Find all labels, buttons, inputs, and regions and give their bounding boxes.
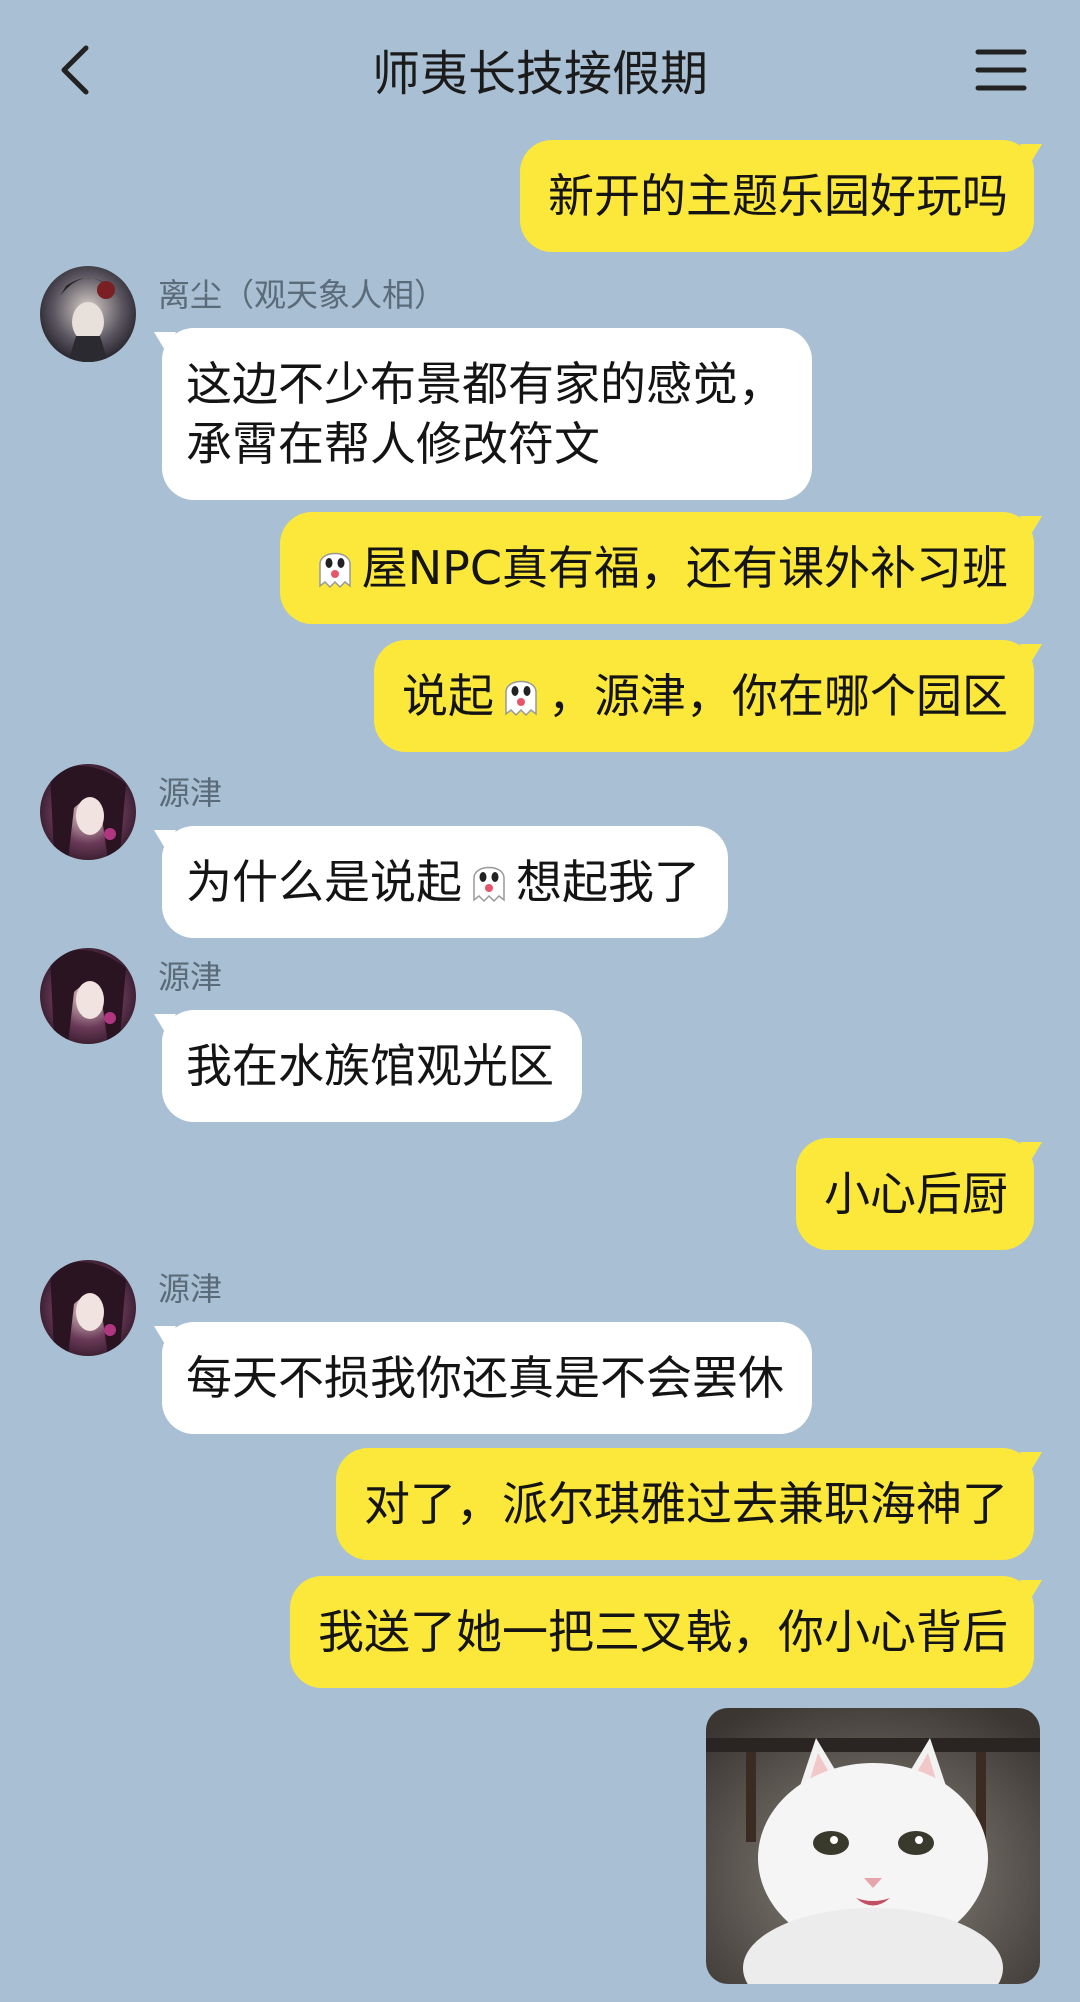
- message-bubble-outgoing[interactable]: 我送了她一把三叉戟，你小心背后: [290, 1576, 1034, 1688]
- message-text: 屋NPC真有福，还有课外补习班: [361, 541, 1008, 595]
- message-bubble-incoming[interactable]: 每天不损我你还真是不会罢休: [162, 1322, 812, 1434]
- ghost-emoji-icon: [464, 856, 514, 906]
- message-bubble-outgoing[interactable]: 屋NPC真有福，还有课外补习班: [279, 512, 1034, 624]
- ghost-emoji-icon: [310, 542, 360, 592]
- message-text: 为什么是说起: [186, 855, 462, 909]
- sender-name: 源津: [158, 774, 223, 812]
- hamburger-menu-icon[interactable]: [974, 46, 1028, 94]
- chat-header: 师夷长技接假期: [0, 0, 1080, 140]
- message-text: 说起: [402, 669, 494, 723]
- chat-title: 师夷长技接假期: [371, 46, 708, 102]
- message-text: ，源津，你在哪个园区: [548, 669, 1008, 723]
- avatar[interactable]: [40, 266, 136, 362]
- cat-photo[interactable]: [706, 1708, 1040, 1984]
- message-line: 承霄在帮人修改符文: [186, 417, 600, 471]
- sender-name: 源津: [158, 958, 223, 996]
- avatar[interactable]: [40, 764, 136, 860]
- message-bubble-outgoing[interactable]: 对了，派尔琪雅过去兼职海神了: [336, 1448, 1034, 1560]
- sender-name: 离尘（观天象人相）: [158, 276, 447, 314]
- message-bubble-incoming[interactable]: 这边不少布景都有家的感觉， 承霄在帮人修改符文: [162, 328, 812, 500]
- message-bubble-outgoing[interactable]: 新开的主题乐园好玩吗: [520, 140, 1034, 252]
- avatar[interactable]: [40, 948, 136, 1044]
- ghost-emoji-icon: [496, 670, 546, 720]
- message-bubble-outgoing[interactable]: 说起 ，源津，你在哪个园区: [374, 640, 1034, 752]
- sender-name: 源津: [158, 1270, 223, 1308]
- message-line: 这边不少布景都有家的感觉，: [186, 357, 784, 411]
- message-bubble-outgoing[interactable]: 小心后厨: [796, 1138, 1034, 1250]
- message-bubble-incoming[interactable]: 为什么是说起 想起我了: [162, 826, 728, 938]
- avatar[interactable]: [40, 1260, 136, 1356]
- message-text: 想起我了: [516, 855, 700, 909]
- message-bubble-incoming[interactable]: 我在水族馆观光区: [162, 1010, 582, 1122]
